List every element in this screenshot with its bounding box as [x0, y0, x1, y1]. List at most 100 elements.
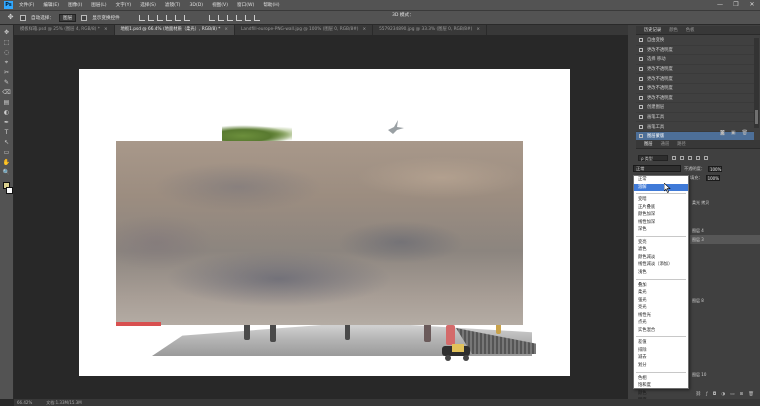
smart-filter-icon[interactable]: [704, 156, 708, 160]
history-scroll-thumb[interactable]: [755, 110, 758, 124]
lasso-tool[interactable]: ◌: [2, 49, 12, 57]
gradient-tool[interactable]: ▤: [2, 99, 12, 107]
ground-texture-layer[interactable]: [116, 141, 523, 325]
distribute-top-icon[interactable]: [208, 14, 215, 21]
shape-tool[interactable]: ▭: [2, 149, 12, 157]
dodge-tool[interactable]: ◐: [2, 109, 12, 117]
blend-mode-option[interactable]: 强光: [634, 297, 688, 305]
pixel-filter-icon[interactable]: [672, 156, 676, 160]
menu-type[interactable]: 文字(Y): [116, 2, 132, 8]
blend-mode-option[interactable]: 排除: [634, 347, 688, 355]
tab-history[interactable]: 历史记录: [644, 27, 661, 33]
opacity-input[interactable]: 100%: [707, 165, 722, 172]
history-item[interactable]: 更改不透明度: [636, 65, 754, 75]
blend-mode-option[interactable]: 实色混合: [634, 327, 688, 335]
tab-channels[interactable]: 通道: [661, 141, 670, 147]
distribute-right-icon[interactable]: [253, 14, 260, 21]
history-item[interactable]: 画笔工具: [636, 113, 754, 123]
blend-mode-option[interactable]: 划分: [634, 362, 688, 370]
layer-kind-select[interactable]: ρ 类型: [638, 155, 668, 161]
menu-view[interactable]: 视图(V): [212, 2, 228, 8]
layer-row[interactable]: 图层 10: [690, 370, 760, 379]
align-vcenter-icon[interactable]: [147, 14, 154, 21]
blend-mode-option[interactable]: 线性减淡（添加）: [634, 261, 688, 269]
align-left-icon[interactable]: [165, 14, 172, 21]
blend-mode-option[interactable]: 变暗: [634, 196, 688, 204]
blend-mode-option[interactable]: 变亮: [634, 239, 688, 247]
layer-row[interactable]: 图层 8: [690, 296, 760, 305]
menu-file[interactable]: 文件(F): [19, 2, 34, 8]
blend-mode-option[interactable]: 正片叠底: [634, 204, 688, 212]
move-tool-icon[interactable]: ✥: [6, 13, 15, 22]
blend-mode-option[interactable]: 颜色加深: [634, 211, 688, 219]
layer-row[interactable]: 图层 3: [690, 235, 760, 244]
doc-tab-2[interactable]: 地板1.psd @ 66.4% (地面材质（柔光）, RGB/8) * ×: [114, 25, 236, 35]
blend-mode-option[interactable]: 色相: [634, 375, 688, 383]
tab-swatches[interactable]: 色板: [686, 27, 695, 33]
shape-filter-icon[interactable]: [696, 156, 700, 160]
background-color-swatch[interactable]: [5, 187, 13, 194]
blend-mode-option[interactable]: 线性光: [634, 312, 688, 320]
menu-filter[interactable]: 滤镜(T): [165, 2, 181, 8]
layer-row[interactable]: 图层 4: [690, 226, 760, 235]
blend-mode-option[interactable]: 减去: [634, 354, 688, 362]
quick-select-tool[interactable]: ⌖: [2, 59, 12, 67]
close-button[interactable]: ✕: [744, 0, 760, 10]
align-bottom-icon[interactable]: [156, 14, 163, 21]
distribute-hcenter-icon[interactable]: [244, 14, 251, 21]
doc-tab-1[interactable]: 模板样箱.psd @ 25% (图层 4, RGB/8) * ×: [14, 25, 115, 35]
menu-select[interactable]: 选择(S): [140, 2, 156, 8]
blend-mode-option[interactable]: 差值: [634, 339, 688, 347]
history-item[interactable]: 选择 移动: [636, 55, 754, 65]
blend-mode-option[interactable]: 溶解: [634, 183, 688, 192]
blend-mode-option[interactable]: 亮光: [634, 304, 688, 312]
close-tab-icon[interactable]: ×: [104, 27, 108, 32]
blend-mode-option[interactable]: 柔光: [634, 289, 688, 297]
history-item[interactable]: 更改不透明度: [636, 74, 754, 84]
auto-select-checkbox[interactable]: [20, 14, 26, 21]
blend-mode-option[interactable]: 滤色: [634, 246, 688, 254]
tab-paths[interactable]: 路径: [677, 141, 686, 147]
menu-edit[interactable]: 编辑(E): [43, 2, 59, 8]
history-item[interactable]: 自由变换: [636, 36, 754, 46]
adjustment-filter-icon[interactable]: [680, 156, 684, 160]
blend-mode-option[interactable]: 颜色减淡: [634, 254, 688, 262]
distribute-bottom-icon[interactable]: [226, 14, 233, 21]
history-item[interactable]: 更改不透明度: [636, 84, 754, 94]
zoom-level[interactable]: 66.42%: [17, 400, 32, 405]
pen-tool[interactable]: ✒: [2, 119, 12, 127]
type-filter-icon[interactable]: [688, 156, 692, 160]
path-select-tool[interactable]: ↖: [2, 139, 12, 147]
blend-mode-option[interactable]: 深色: [634, 226, 688, 234]
tab-layers[interactable]: 图层: [644, 141, 653, 147]
menu-layer[interactable]: 图层(L): [91, 2, 106, 8]
folder-icon[interactable]: ▭: [730, 392, 734, 399]
eraser-tool[interactable]: ⌫: [2, 89, 12, 97]
blend-mode-option[interactable]: 颜色: [634, 390, 688, 398]
close-tab-icon[interactable]: ×: [476, 27, 480, 32]
link-icon[interactable]: ⛓: [695, 392, 701, 399]
distribute-left-icon[interactable]: [235, 14, 242, 21]
align-hcenter-icon[interactable]: [174, 14, 181, 21]
menu-help[interactable]: 帮助(H): [263, 2, 279, 8]
restore-button[interactable]: ❐: [728, 0, 744, 10]
adjustment-icon[interactable]: ◑: [721, 392, 725, 399]
blend-mode-option[interactable]: 线性加深: [634, 219, 688, 227]
distribute-vcenter-icon[interactable]: [217, 14, 224, 21]
mask-icon[interactable]: ◘: [713, 392, 717, 399]
doc-tab-4[interactable]: 5579234890.jpg @ 33.3% (图层 0, RGB/8#) ×: [373, 25, 487, 35]
trash-icon[interactable]: 🗑: [742, 130, 748, 138]
blend-mode-option[interactable]: 点光: [634, 319, 688, 327]
layer-row[interactable]: 柔光 拷贝: [690, 198, 760, 207]
menu-3d[interactable]: 3D(D): [189, 3, 203, 8]
close-tab-icon[interactable]: ×: [224, 27, 228, 32]
new-layer-icon[interactable]: ⊞: [740, 392, 744, 399]
blend-mode-option[interactable]: 正常: [634, 176, 688, 184]
blend-mode-option[interactable]: 饱和度: [634, 382, 688, 390]
move-tool[interactable]: ✥: [2, 29, 12, 37]
marquee-tool[interactable]: ⬚: [2, 39, 12, 47]
history-item[interactable]: 更改不透明度: [636, 94, 754, 104]
trash-icon[interactable]: 🗑: [748, 392, 754, 399]
auto-select-dropdown[interactable]: 图层: [58, 13, 77, 22]
blend-mode-select[interactable]: 正常: [633, 165, 681, 172]
